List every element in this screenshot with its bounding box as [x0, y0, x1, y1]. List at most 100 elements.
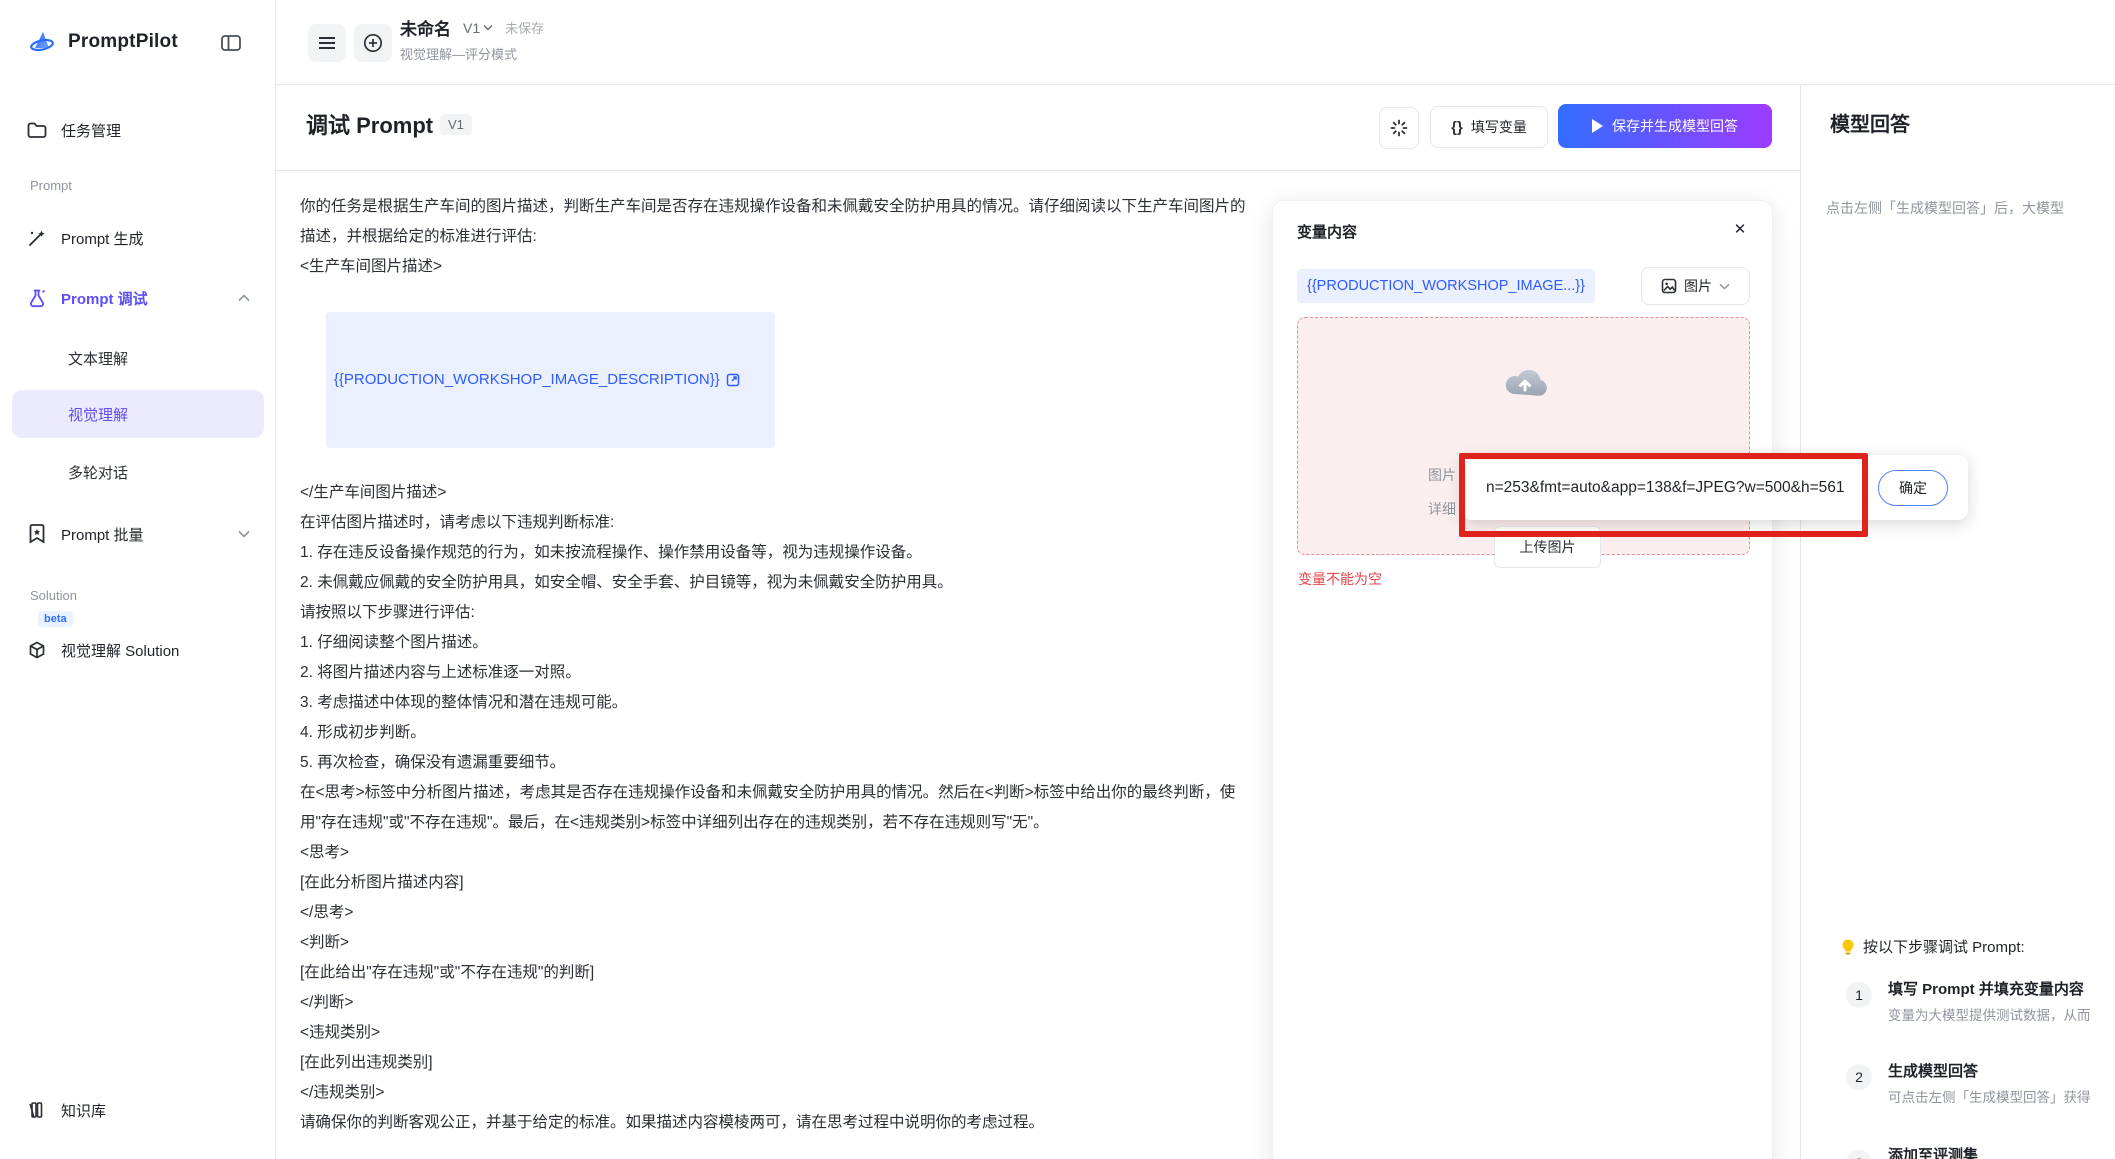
books-icon — [26, 1099, 48, 1121]
prompt-line: </违规类别> — [300, 1078, 1258, 1108]
cloud-upload-icon — [1501, 360, 1549, 400]
variable-chip-label: {{PRODUCTION_WORKSHOP_IMAGE_DESCRIPTION}… — [334, 365, 720, 395]
sidebar-item-label: Prompt 批量 — [61, 524, 144, 545]
step-2: 生成模型回答 可点击左侧「生成模型回答」获得 — [1888, 1060, 2115, 1106]
hamburger-icon — [318, 36, 336, 50]
prompt-line: <判断> — [300, 928, 1258, 958]
close-icon[interactable]: ✕ — [1728, 217, 1752, 241]
flask-icon — [26, 287, 48, 309]
cube-icon — [26, 639, 48, 661]
debug-steps-header: 按以下步骤调试 Prompt: — [1840, 936, 2025, 957]
left-sidebar: PromptPilot 任务管理 Prompt Prompt 生成 Prompt… — [0, 0, 276, 1159]
bookmark-star-icon — [26, 523, 48, 545]
prompt-editor[interactable]: 你的任务是根据生产车间的图片描述，判断生产车间是否存在违规操作设备和未佩戴安全防… — [300, 192, 1258, 1159]
prompt-line: 请按照以下步骤进行评估: — [300, 598, 1258, 628]
plus-circle-icon — [363, 33, 383, 53]
prompt-line: 2. 将图片描述内容与上述标准逐一对照。 — [300, 658, 1258, 688]
variables-popup-title: 变量内容 — [1297, 221, 1357, 242]
prompt-line: 1. 仔细阅读整个图片描述。 — [300, 628, 1258, 658]
ai-optimize-button[interactable] — [1379, 107, 1419, 149]
chevron-down-icon — [238, 530, 250, 538]
sparkle-icon — [1390, 119, 1408, 137]
sidebar-item-label: 视觉理解 Solution — [61, 640, 179, 661]
prompt-line: 2. 未佩戴应佩戴的安全防护用具，如安全帽、安全手套、护目镜等，视为未佩戴安全防… — [300, 568, 1258, 598]
prompt-line: <生产车间图片描述> — [300, 252, 1258, 282]
occluded-image-detail-label: 图片 详细 — [1404, 458, 1456, 526]
hamburger-menu-button[interactable] — [308, 24, 346, 62]
upload-image-label: 上传图片 — [1520, 537, 1576, 557]
sidebar-item-prompt-debug[interactable]: Prompt 调试 — [12, 276, 264, 320]
step-2-number: 2 — [1846, 1064, 1872, 1090]
prompt-line: </生产车间图片描述> — [300, 478, 1258, 508]
sidebar-section-solution: Solution — [30, 588, 77, 603]
fill-variables-label: 填写变量 — [1471, 117, 1527, 137]
step-3: 添加至评测集 — [1888, 1144, 2115, 1159]
sidebar-subitem-label: 文本理解 — [68, 348, 128, 369]
prompt-line: 在评估图片描述时，请考虑以下违规判断标准: — [300, 508, 1258, 538]
sidebar-subitem-text-understanding[interactable]: 文本理解 — [12, 336, 264, 380]
magic-wand-icon — [26, 227, 48, 249]
variable-type-dropdown[interactable]: 图片 — [1641, 267, 1750, 305]
prompt-line: 3. 考虑描述中体现的整体情况和潜在违规可能。 — [300, 688, 1258, 718]
popup-variable-label: {{PRODUCTION_WORKSHOP_IMAGE...}} — [1307, 278, 1585, 294]
chevron-down-icon — [483, 24, 493, 31]
image-url-popover: n=253&fmt=auto&app=138&f=JPEG?w=500&h=56… — [1462, 455, 1968, 520]
fill-variables-button[interactable]: {} 填写变量 — [1430, 106, 1548, 148]
variable-chip[interactable]: {{PRODUCTION_WORKSHOP_IMAGE_DESCRIPTION}… — [326, 312, 776, 448]
step-title: 填写 Prompt 并填充变量内容 — [1888, 978, 2115, 999]
braces-icon: {} — [1451, 119, 1463, 136]
confirm-button[interactable]: 确定 — [1878, 470, 1948, 506]
prompt-line: [在此列出违规类别] — [300, 1048, 1258, 1078]
prompt-line: <思考> — [300, 838, 1258, 868]
sidebar-item-prompt-batch[interactable]: Prompt 批量 — [12, 512, 264, 556]
sidebar-item-prompt-generate[interactable]: Prompt 生成 — [12, 216, 264, 260]
sidebar-item-label: 知识库 — [61, 1100, 106, 1121]
step-title: 生成模型回答 — [1888, 1060, 2115, 1081]
debug-steps-title: 按以下步骤调试 Prompt: — [1863, 936, 2025, 957]
sidebar-subitem-multi-turn[interactable]: 多轮对话 — [12, 450, 264, 494]
model-answer-hint: 点击左侧「生成模型回答」后，大模型 — [1826, 198, 2115, 218]
sidebar-item-label: Prompt 调试 — [61, 288, 148, 309]
app-title: PromptPilot — [68, 31, 178, 53]
bulb-icon — [1840, 938, 1856, 956]
prompt-line: <违规类别> — [300, 1018, 1258, 1048]
save-and-generate-button[interactable]: 保存并生成模型回答 — [1558, 104, 1772, 148]
chevron-down-icon — [1719, 283, 1730, 290]
sidebar-item-knowledge-base[interactable]: 知识库 — [12, 1088, 264, 1132]
step-1-number: 1 — [1846, 982, 1872, 1008]
sidebar-item-task-management[interactable]: 任务管理 — [12, 108, 264, 152]
prompt-line: 5. 再次检查，确保没有遗漏重要细节。 — [300, 748, 1258, 778]
image-url-input[interactable]: n=253&fmt=auto&app=138&f=JPEG?w=500&h=56… — [1486, 479, 1856, 497]
new-document-button[interactable] — [354, 24, 392, 62]
image-icon — [1661, 278, 1677, 294]
prompt-line: 1. 存在违反设备操作规范的行为，如未按流程操作、操作禁用设备等，视为违规操作设… — [300, 538, 1258, 568]
upload-image-button[interactable]: 上传图片 — [1494, 526, 1601, 568]
sidebar-item-label: 任务管理 — [61, 120, 121, 141]
sidebar-section-prompt: Prompt — [30, 178, 72, 193]
promptpilot-logo-icon — [26, 26, 58, 58]
prompt-line: </思考> — [300, 898, 1258, 928]
version-selector[interactable]: V1 — [463, 20, 493, 36]
version-badge: V1 — [440, 114, 472, 135]
beta-badge: beta — [38, 611, 73, 627]
folder-icon — [26, 119, 48, 141]
prompt-line: 在<思考>标签中分析图片描述，考虑其是否存在违规操作设备和未佩戴安全防护用具的情… — [300, 778, 1258, 838]
sidebar-collapse-icon[interactable] — [216, 30, 246, 56]
variable-type-label: 图片 — [1684, 276, 1712, 296]
play-icon — [1592, 119, 1603, 133]
step-3-number: 3 — [1846, 1150, 1872, 1159]
unsaved-status: 未保存 — [505, 18, 544, 37]
prompt-line: {{PRODUCTION_WORKSHOP_IMAGE_DESCRIPTION}… — [300, 282, 1258, 478]
prompt-line: 请确保你的判断客观公正，并基于给定的标准。如果描述内容模棱两可，请在思考过程中说… — [300, 1108, 1258, 1138]
variable-error-message: 变量不能为空 — [1298, 569, 1382, 589]
variables-popup: 变量内容 ✕ {{PRODUCTION_WORKSHOP_IMAGE...}} … — [1272, 200, 1773, 1159]
sidebar-subitem-visual-understanding[interactable]: 视觉理解 — [12, 390, 264, 438]
step-1: 填写 Prompt 并填充变量内容 变量为大模型提供测试数据，从而 — [1888, 978, 2115, 1024]
sidebar-item-visual-solution[interactable]: 视觉理解 Solution — [12, 628, 264, 672]
document-title: 未命名 — [400, 15, 451, 40]
chevron-up-icon — [238, 294, 250, 302]
popup-variable-chip[interactable]: {{PRODUCTION_WORKSHOP_IMAGE...}} — [1297, 269, 1595, 303]
page-title: 调试 Prompt — [306, 108, 433, 140]
sidebar-subitem-label: 视觉理解 — [68, 404, 128, 425]
confirm-label: 确定 — [1899, 478, 1927, 498]
